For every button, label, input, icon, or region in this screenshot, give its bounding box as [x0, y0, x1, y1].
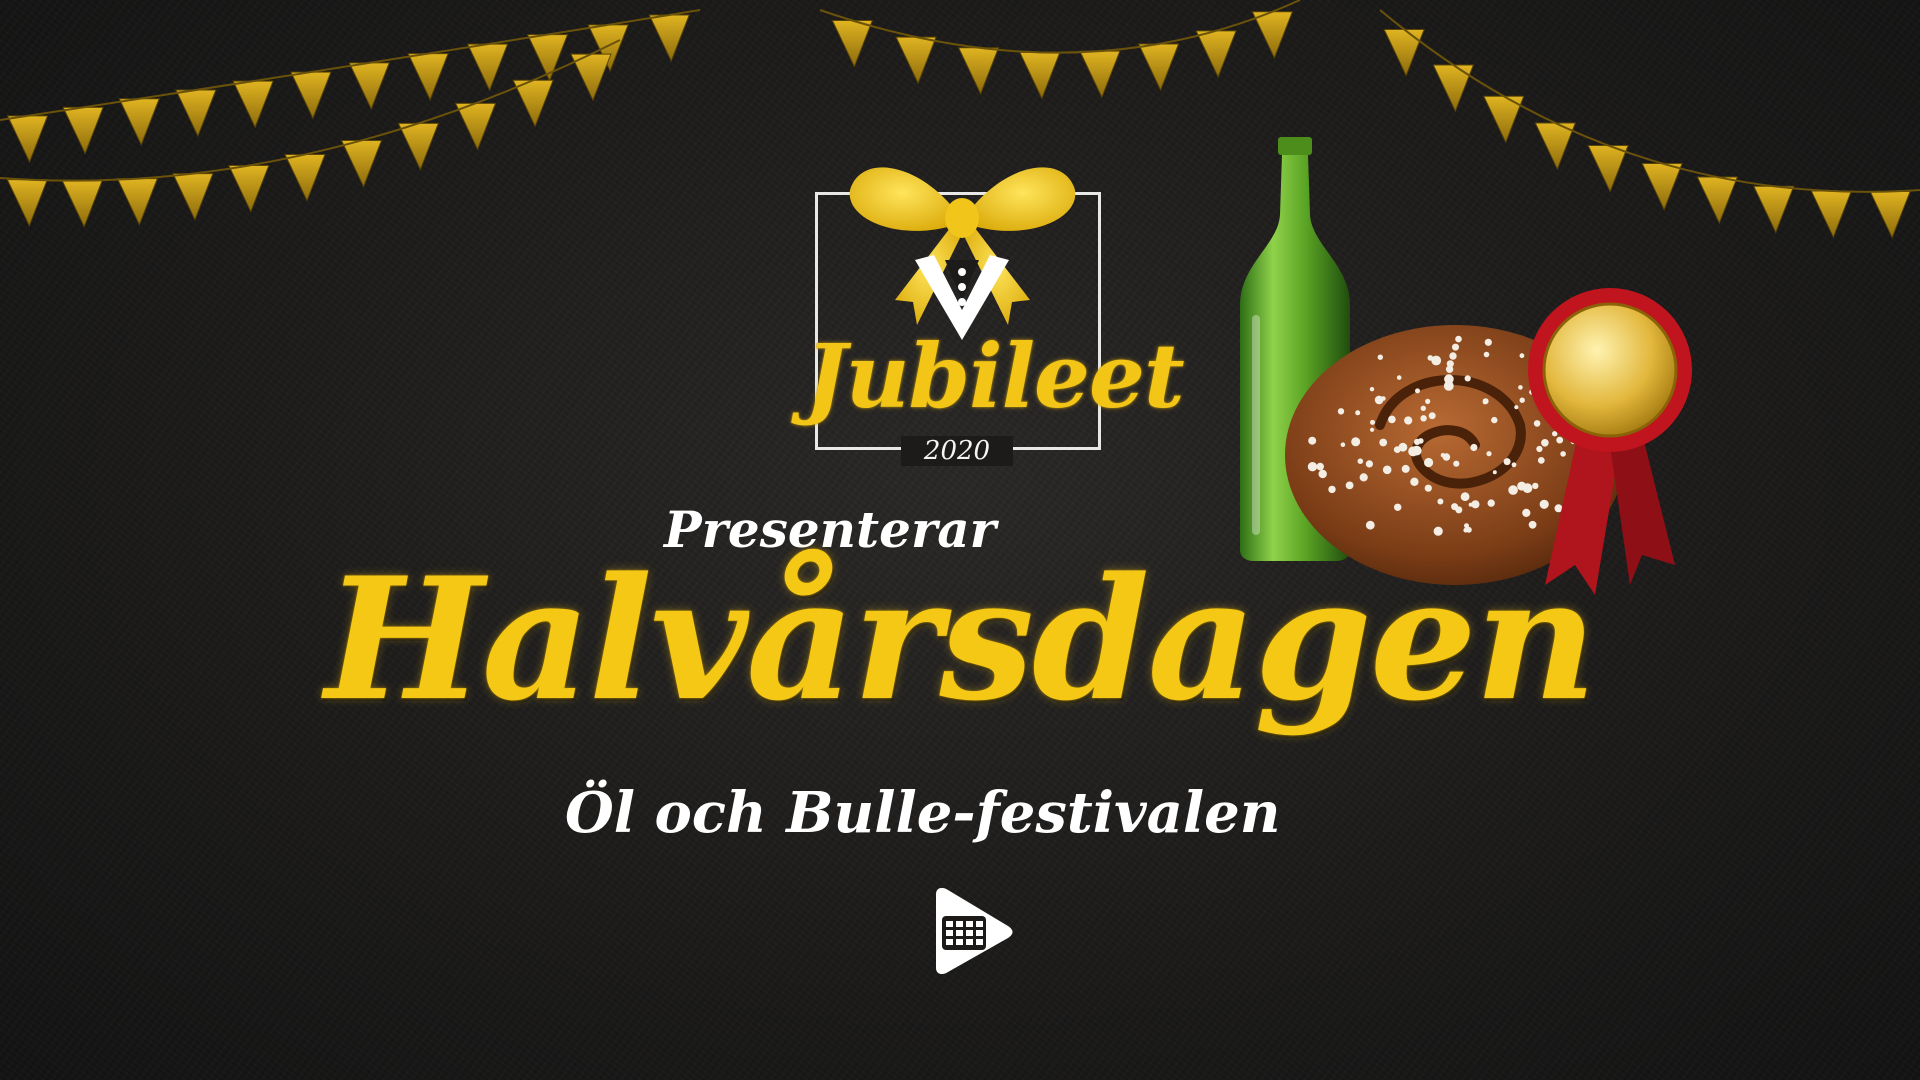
bunting-flag — [1383, 28, 1425, 77]
bow-tie-icon — [849, 167, 1076, 340]
bunting-flag — [831, 20, 874, 68]
bunting-flag — [1195, 30, 1237, 79]
bunting-flag — [118, 98, 160, 146]
bunting-flag — [1869, 190, 1911, 239]
bunting-flag — [648, 14, 690, 63]
bunting-flag — [1251, 11, 1294, 60]
bunting-flag — [1079, 50, 1121, 99]
bunting-flag — [232, 80, 274, 129]
festival-illustration — [1240, 137, 1692, 595]
bunting-flag — [228, 165, 270, 213]
bunting-flag — [1137, 43, 1180, 92]
logo-year: 2020 — [901, 436, 1013, 466]
bunting-flag — [116, 178, 159, 226]
bunting-flag — [407, 53, 449, 101]
bunting-flag — [348, 62, 390, 111]
bunting-flag — [290, 71, 332, 120]
bunting-flag — [172, 173, 214, 221]
bunting-flag — [1810, 190, 1853, 239]
bunting-flag — [397, 122, 440, 171]
bunting-flag — [340, 139, 383, 188]
bunting-flag — [62, 106, 104, 155]
bunting-flag — [61, 180, 103, 228]
jubileet-logo: Jubileet 2020 — [805, 150, 1185, 470]
bunting-flag — [895, 36, 937, 85]
bunting-flag — [284, 154, 326, 202]
bunting-flag — [6, 115, 49, 164]
bunting-flag — [1432, 64, 1475, 113]
bunting-flag — [175, 89, 217, 138]
logo-wordmark: Jubileet — [805, 324, 1185, 428]
bunting-flag — [957, 47, 1000, 95]
bunting-flag — [1019, 51, 1061, 100]
play-calendar-icon — [936, 888, 1013, 974]
bunting-flag — [6, 179, 49, 227]
event-subtitle: Öl och Bulle-festivalen — [565, 780, 1281, 846]
bunting-flag — [466, 43, 509, 92]
bunting-flag — [1752, 185, 1795, 234]
bunting-flag — [454, 102, 497, 151]
